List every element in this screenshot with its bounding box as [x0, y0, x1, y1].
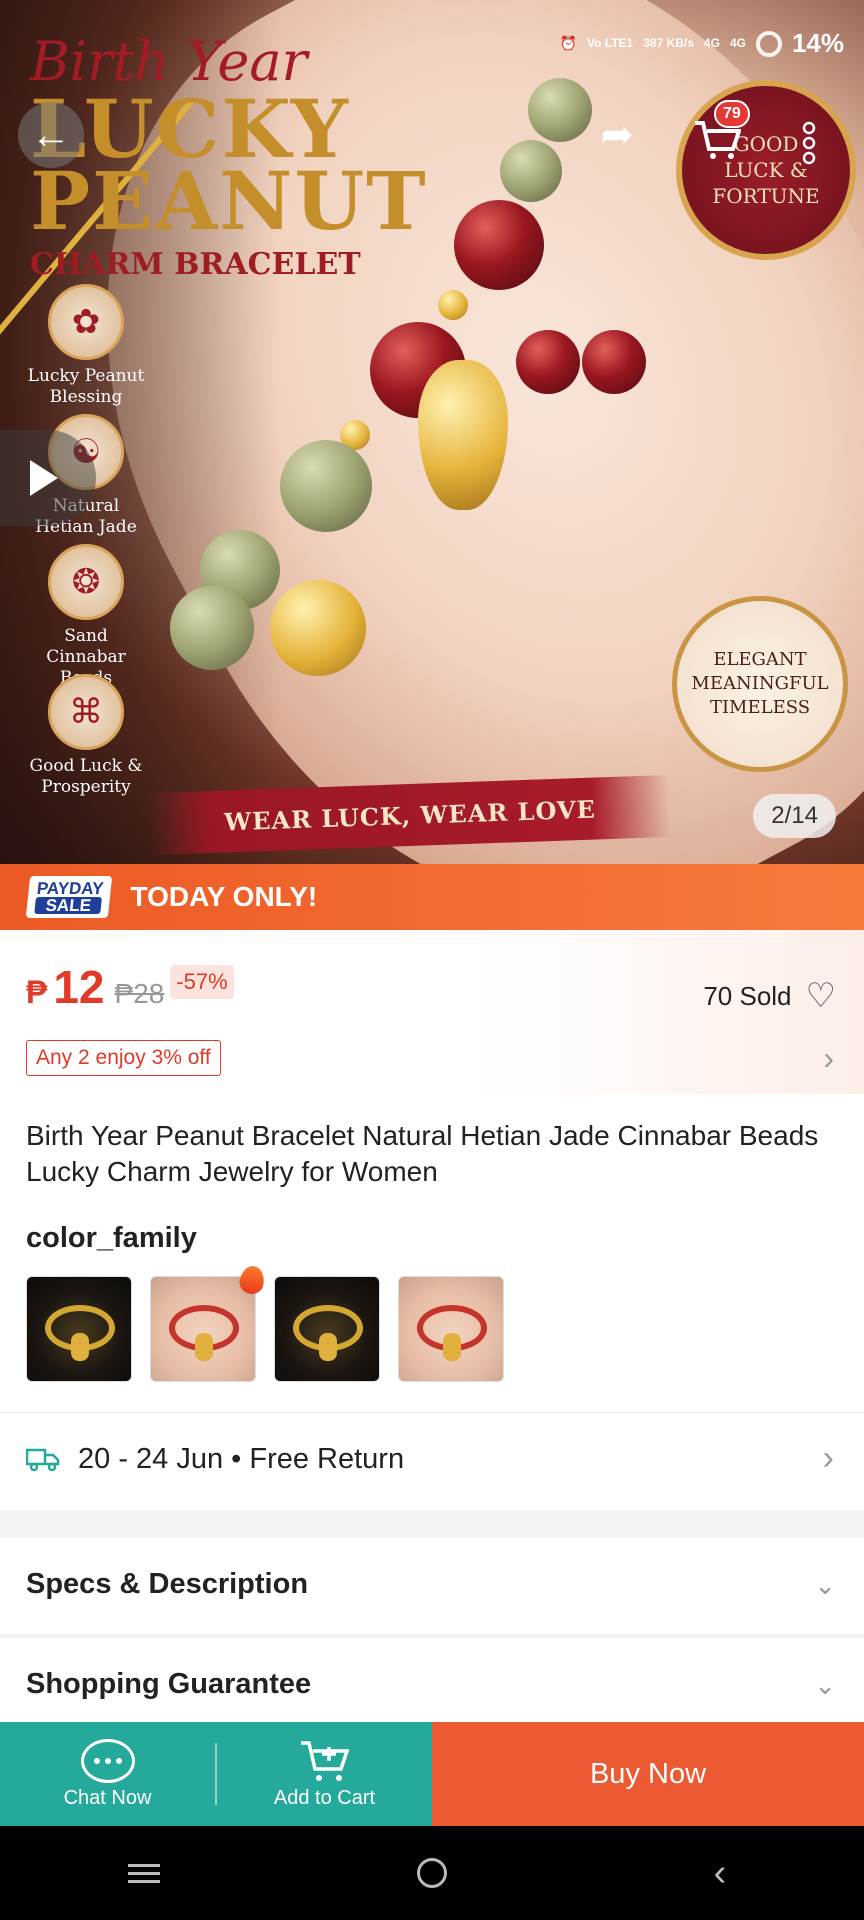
- product-image-gallery[interactable]: Birth Year LUCKY PEANUT CHARM BRACELET ✿…: [0, 0, 864, 864]
- peanut-icon: ✿: [48, 284, 124, 360]
- gold-bead: [438, 290, 468, 320]
- section-label: Specs & Description: [26, 1568, 309, 1600]
- home-icon: [417, 1858, 447, 1888]
- add-to-cart-button[interactable]: Add to Cart: [217, 1739, 432, 1810]
- elegant-seal: ELEGANT MEANINGFUL TIMELESS: [672, 596, 848, 772]
- recent-apps-button[interactable]: [94, 1859, 194, 1888]
- chevron-down-icon: ⌄: [814, 1570, 836, 1600]
- product-info: Birth Year Peanut Bracelet Natural Hetia…: [0, 1094, 864, 1412]
- share-icon: ➦: [600, 113, 634, 157]
- feature-label: Good Luck & Prosperity: [29, 756, 143, 797]
- signal-icon: 4G: [729, 36, 746, 50]
- chat-icon: [80, 1738, 135, 1783]
- delivery-text: 20 - 24 Jun • Free Return: [78, 1443, 405, 1475]
- play-icon: [30, 460, 58, 496]
- variant-label: color_family: [26, 1222, 197, 1254]
- beads-icon: ❂: [48, 544, 124, 620]
- cart-count-badge: 79: [714, 100, 750, 128]
- chevron-down-icon: ⌄: [814, 1670, 836, 1700]
- price-section: ₱ 12 ₱28 -57% 70 Sold ♡ Any 2 enjoy 3% o…: [0, 930, 864, 1094]
- battery-level: 14%: [791, 28, 844, 58]
- shopping-guarantee-row[interactable]: Shopping Guarantee ⌄: [0, 1638, 864, 1722]
- jade-bead: [170, 586, 254, 670]
- sold-count: 70 Sold ♡: [703, 976, 836, 1016]
- menu-icon: [128, 1863, 160, 1883]
- feature-cinnabar-beads: ❂ Sand Cinnabar Beads: [26, 544, 146, 689]
- original-price: ₱28: [114, 978, 165, 1009]
- heart-icon[interactable]: ♡: [806, 976, 836, 1016]
- swatch-charm: [443, 1333, 461, 1361]
- hero-big-title-2: PEANUT: [30, 154, 428, 248]
- play-video-button[interactable]: [0, 430, 96, 526]
- chat-label: Chat Now: [63, 1786, 152, 1809]
- variant-swatch[interactable]: [150, 1276, 256, 1382]
- logo-top-text: PAYDAY: [35, 879, 105, 898]
- system-nav-bar: ‹: [0, 1826, 864, 1920]
- cinnabar-bead: [516, 330, 580, 394]
- more-options-button[interactable]: [776, 110, 842, 176]
- secondary-actions: Chat Now Add to Cart: [0, 1722, 432, 1826]
- specs-description-row[interactable]: Specs & Description ⌄: [0, 1538, 864, 1634]
- knot-icon: ⌘: [48, 674, 124, 750]
- hero-title: Birth Year LUCKY PEANUT CHARM BRACELET: [30, 30, 428, 282]
- chevron-right-icon: ›: [822, 1439, 834, 1477]
- current-price: 12: [53, 961, 105, 1013]
- payday-sale-logo: PAYDAY SALE: [25, 876, 113, 918]
- voucher-tag[interactable]: Any 2 enjoy 3% off: [26, 1040, 221, 1076]
- jade-bead: [280, 440, 372, 532]
- buy-now-button[interactable]: Buy Now: [432, 1722, 864, 1826]
- cinnabar-bead: [582, 330, 646, 394]
- swatch-charm: [195, 1333, 213, 1361]
- cart-plus-icon: [300, 1740, 349, 1781]
- variant-swatches: [26, 1276, 504, 1382]
- good-luck-seal: GOOD LUCK & FORTUNE: [676, 80, 856, 260]
- status-bar: ⏰ Vo LTE1 387 KB/s 4G 4G 14%: [560, 28, 844, 59]
- swatch-charm: [71, 1333, 89, 1361]
- hero-subtitle: CHARM BRACELET: [30, 247, 361, 282]
- arrow-left-icon: ←: [31, 112, 71, 157]
- currency-symbol: ₱: [26, 974, 48, 1010]
- battery-ring-icon: [755, 30, 782, 57]
- product-title: Birth Year Peanut Bracelet Natural Hetia…: [26, 1120, 819, 1187]
- section-label: Shopping Guarantee: [26, 1668, 312, 1700]
- chevron-left-icon: ‹: [713, 1851, 727, 1894]
- variant-swatch[interactable]: [274, 1276, 380, 1382]
- jade-bead: [500, 140, 562, 202]
- discount-badge: -57%: [170, 965, 234, 999]
- sold-label: 70 Sold: [703, 980, 792, 1011]
- gold-coin-charm: [270, 580, 366, 676]
- price-row: ₱ 12 ₱28 -57%: [26, 960, 234, 1014]
- swatch-charm: [319, 1333, 337, 1361]
- more-vertical-icon: [802, 121, 816, 165]
- action-bar: Chat Now Add to Cart Buy Now: [0, 1722, 864, 1826]
- alarm-icon: ⏰: [559, 35, 577, 51]
- logo-bottom-text: SALE: [34, 896, 103, 915]
- feature-label: Lucky Peanut Blessing: [27, 366, 145, 407]
- share-button[interactable]: ➦: [584, 102, 650, 168]
- add-to-cart-label: Add to Cart: [273, 1786, 376, 1809]
- chat-now-button[interactable]: Chat Now: [0, 1738, 215, 1810]
- back-button[interactable]: ←: [18, 102, 84, 168]
- back-nav-button[interactable]: ‹: [670, 1852, 770, 1895]
- feature-good-luck: ⌘ Good Luck & Prosperity: [26, 674, 146, 798]
- home-button[interactable]: [382, 1858, 482, 1888]
- promo-label: TODAY ONLY!: [130, 881, 318, 912]
- cinnabar-bead: [454, 200, 544, 290]
- jade-bead: [528, 78, 592, 142]
- truck-icon: [26, 1448, 60, 1471]
- delivery-row[interactable]: 20 - 24 Jun • Free Return ›: [0, 1412, 864, 1510]
- chevron-right-icon[interactable]: ›: [823, 1040, 834, 1077]
- variant-swatch[interactable]: [26, 1276, 132, 1382]
- feature-lucky-peanut: ✿ Lucky Peanut Blessing: [26, 284, 146, 408]
- image-counter: 2/14: [753, 794, 836, 838]
- network-speed: 387 KB/s: [643, 36, 694, 50]
- variant-swatch[interactable]: [398, 1276, 504, 1382]
- network-label: Vo LTE1: [586, 36, 634, 50]
- signal-icon: 4G: [703, 36, 720, 50]
- promo-bar: PAYDAY SALE TODAY ONLY!: [0, 864, 864, 930]
